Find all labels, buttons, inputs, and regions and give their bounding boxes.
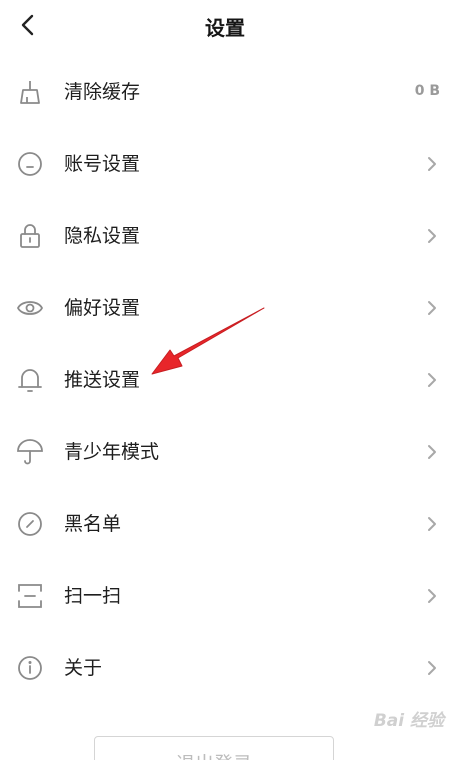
settings-item-push[interactable]: 推送设置	[0, 344, 450, 416]
settings-item-preferences[interactable]: 偏好设置	[0, 272, 450, 344]
broom-icon	[16, 78, 44, 106]
account-icon	[16, 150, 44, 178]
chevron-right-icon	[424, 225, 440, 247]
chevron-right-icon	[424, 297, 440, 319]
info-icon	[16, 654, 44, 682]
eye-icon	[16, 294, 44, 322]
settings-item-label: 清除缓存	[64, 81, 141, 103]
chevron-right-icon	[424, 441, 440, 463]
settings-item-blacklist[interactable]: 黑名单	[0, 488, 450, 560]
chevron-right-icon	[424, 513, 440, 535]
bell-icon	[16, 366, 44, 394]
logout-button[interactable]: 退出登录	[94, 736, 334, 760]
settings-item-label: 偏好设置	[64, 297, 141, 319]
settings-item-label: 黑名单	[64, 513, 122, 535]
settings-item-teen-mode[interactable]: 青少年模式	[0, 416, 450, 488]
chevron-right-icon	[424, 153, 440, 175]
settings-item-about[interactable]: 关于	[0, 632, 450, 704]
settings-item-label: 关于	[64, 657, 103, 679]
umbrella-icon	[16, 438, 44, 466]
header-bar: 设置	[0, 0, 450, 50]
lock-icon	[16, 222, 44, 250]
settings-item-privacy[interactable]: 隐私设置	[0, 200, 450, 272]
settings-item-label: 推送设置	[64, 369, 141, 391]
chevron-right-icon	[424, 585, 440, 607]
settings-item-label: 扫一扫	[64, 585, 122, 607]
settings-item-clear-cache[interactable]: 清除缓存 0 B	[0, 56, 450, 128]
page-title: 设置	[205, 16, 245, 40]
cache-size-value: 0 B	[414, 83, 440, 99]
settings-list: 清除缓存 0 B 账号设置 隐私设置 偏好设置 推送设置 青少年模式 黑名单 扫…	[0, 56, 450, 704]
watermark-logo: Bai 经验	[373, 711, 444, 731]
chevron-right-icon	[424, 369, 440, 391]
settings-item-label: 青少年模式	[64, 441, 160, 463]
settings-item-account[interactable]: 账号设置	[0, 128, 450, 200]
settings-item-label: 隐私设置	[64, 225, 141, 247]
settings-item-label: 账号设置	[64, 153, 141, 175]
scan-icon	[16, 582, 44, 610]
chevron-right-icon	[424, 657, 440, 679]
block-icon	[16, 510, 44, 538]
settings-item-scan[interactable]: 扫一扫	[0, 560, 450, 632]
